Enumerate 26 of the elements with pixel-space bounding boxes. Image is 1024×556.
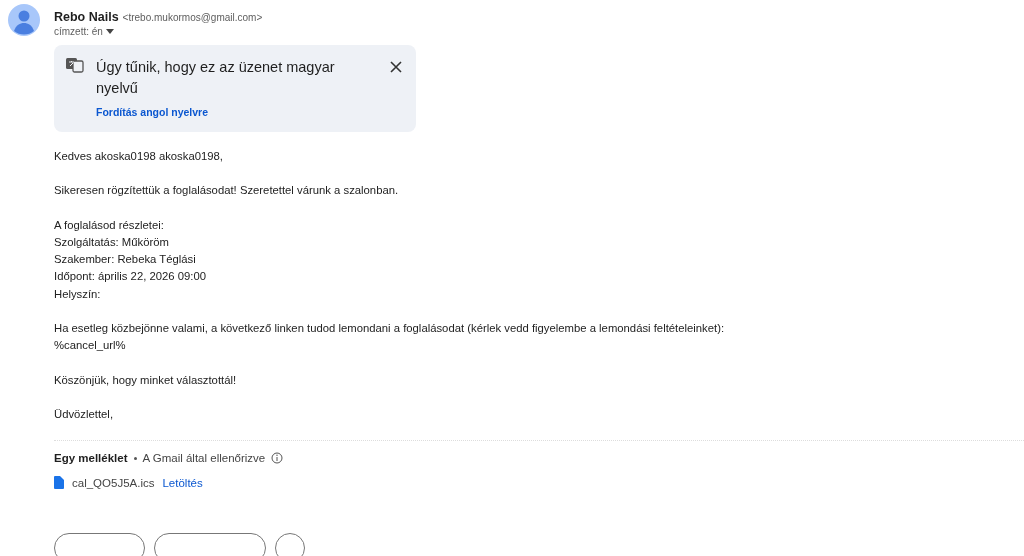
close-icon[interactable] [390,61,402,73]
body-text: Ha esetleg közbejönne valami, a következő linken tudod lemondani a foglalásodat (kérlek vedd figyelembe a lemondási feltételeinket): [54,322,725,335]
body-text: Időpont: április 22, 2026 09:00 [54,270,206,283]
attachments-title: Egy melléklet [54,452,128,465]
download-link[interactable]: Letöltés [162,476,203,489]
body-text: A foglalásod részletei: [54,218,164,231]
file-name[interactable]: cal_QO5J5A.ics [72,476,155,489]
sender-name: Rebo Nails [54,10,119,24]
translate-link[interactable]: Fordítás angol nyelvre [96,106,209,118]
body-text: Szolgáltatás: Műköröm [54,235,169,248]
body-text: %cancel_url% [54,339,126,352]
translate-icon [66,57,84,73]
sender-email: <trebo.mukormos@gmail.com> [122,12,263,23]
body-text: Kedves akoska0198 akoska0198, [54,150,223,162]
body-text: Sikeresen rögzítettük a foglalásodat! Szeretettel várunk a szalonban. [54,184,399,197]
body-text: Köszönjük, hogy minket választottál! [54,373,237,386]
info-icon[interactable] [271,452,284,465]
body-text: Üdvözlettel, [54,407,114,420]
recipient-label: címzett: én [54,26,103,37]
avatar-icon [8,4,40,36]
body-text: Helyszín: [54,287,101,300]
file-icon [54,476,64,490]
scan-note: A Gmail által ellenőrizve [142,452,266,465]
caret-icon[interactable] [105,29,114,34]
translate-message: Úgy tűnik, hogy ez az üzenet magyar nyelvű [96,58,336,98]
body-text: Szakember: Rebeka Téglási [54,253,196,266]
